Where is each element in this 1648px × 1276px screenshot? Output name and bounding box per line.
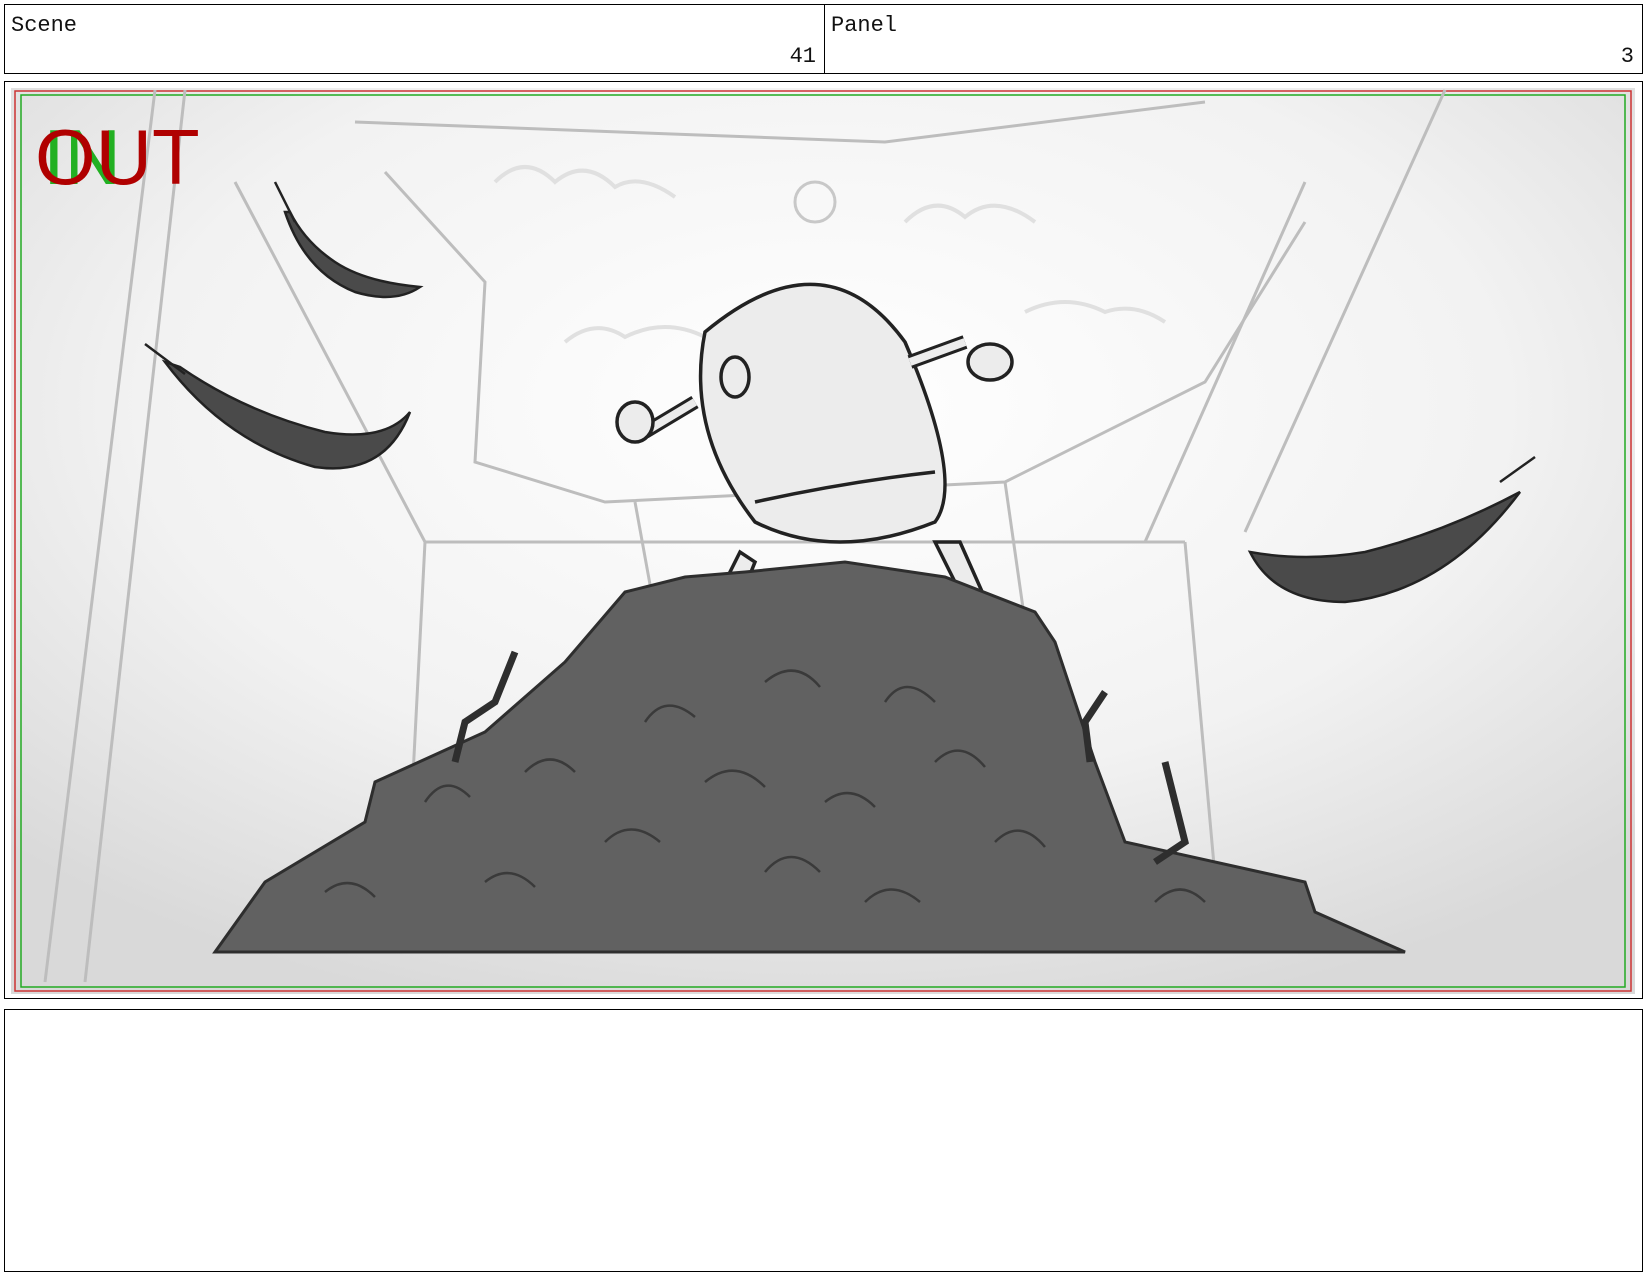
panel-header: Scene 41 Panel 3	[4, 4, 1643, 74]
scene-cell: Scene 41	[5, 5, 825, 73]
scene-label: Scene	[11, 13, 78, 38]
out-marker: OUT	[35, 113, 200, 201]
panel-number: 3	[1620, 44, 1634, 69]
panel-label: Panel	[831, 13, 898, 38]
storyboard-drawing: IN OUT	[11, 88, 1635, 994]
panel-cell: Panel 3	[825, 5, 1642, 73]
storyboard-frame: IN OUT	[4, 81, 1643, 999]
notes-box[interactable]	[4, 1009, 1643, 1272]
scene-number: 41	[789, 44, 816, 69]
